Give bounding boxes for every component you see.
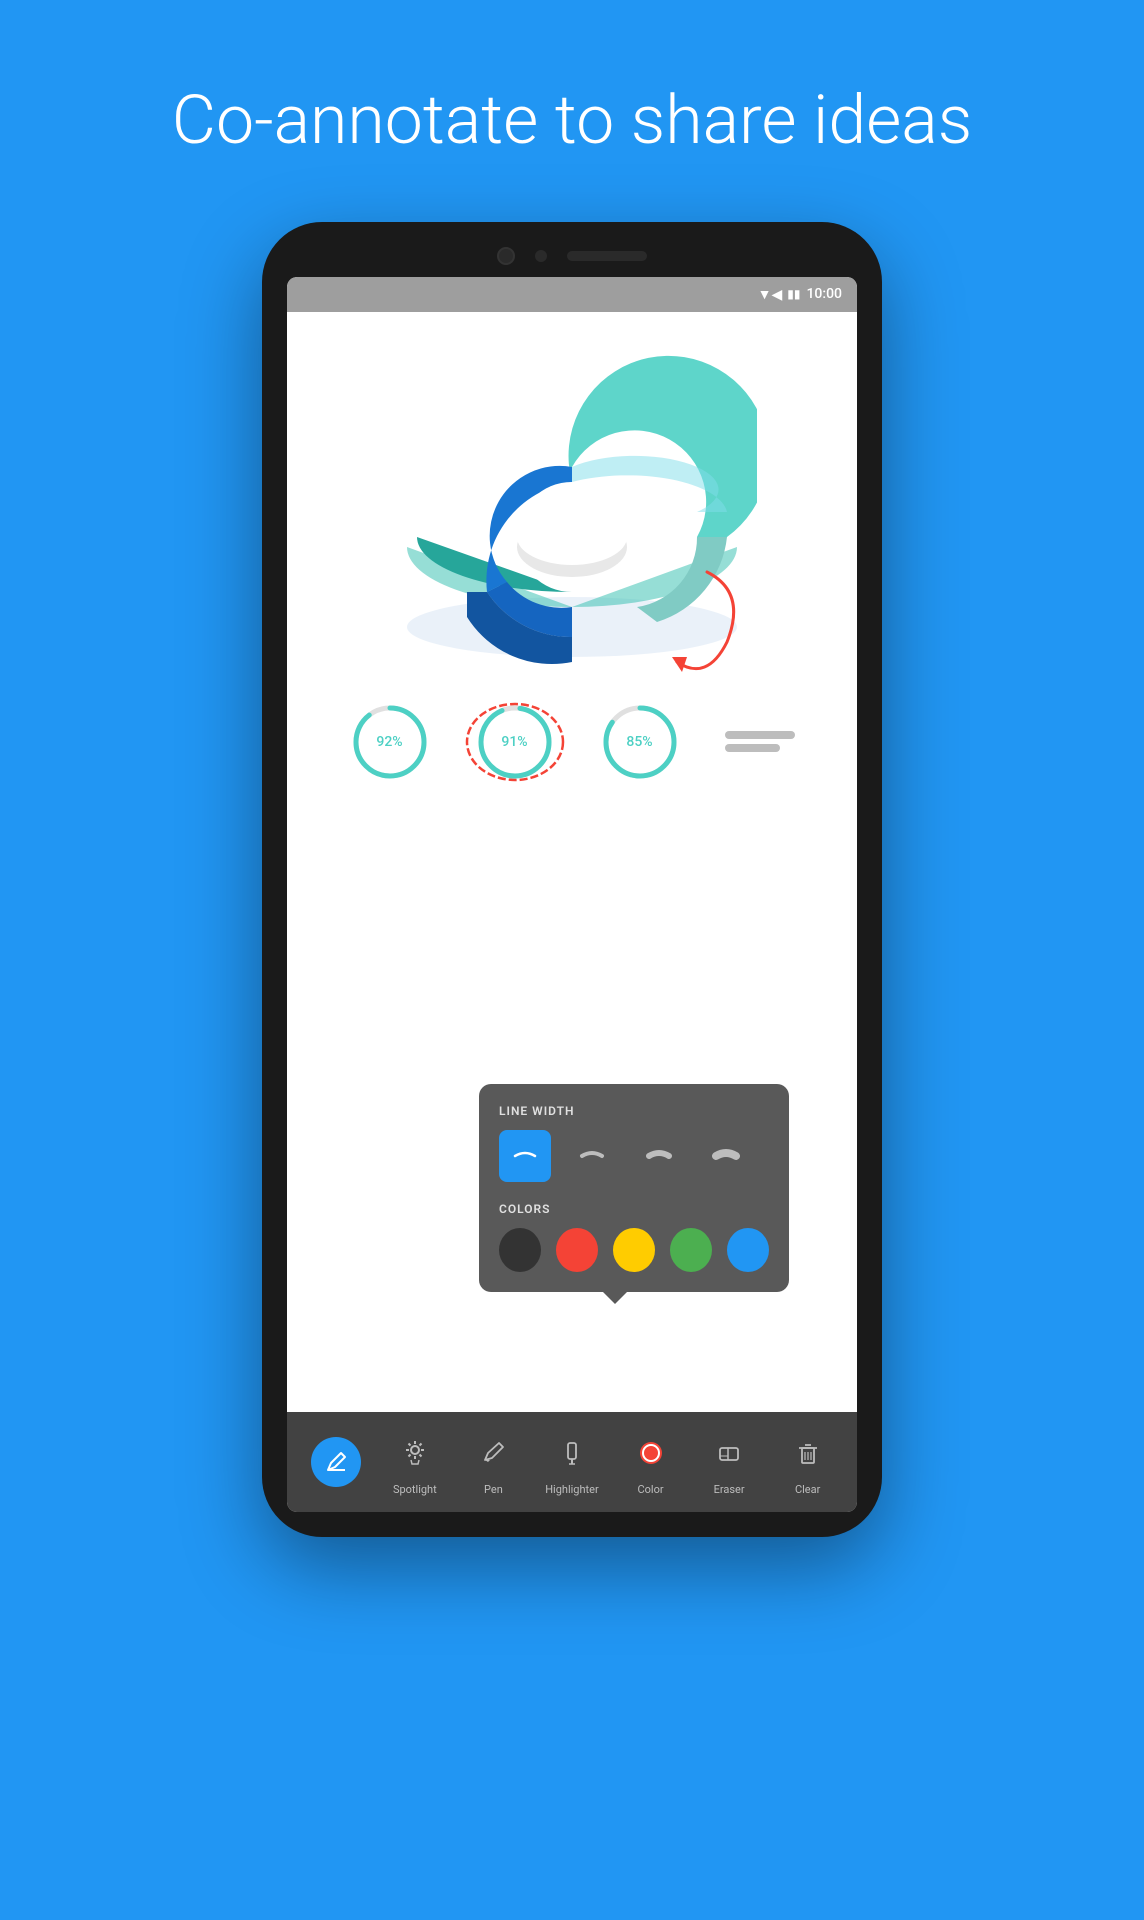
colors-row: [499, 1228, 769, 1272]
status-time: 10:00: [806, 286, 842, 302]
clear-wrapper: [783, 1428, 833, 1478]
color-red[interactable]: [556, 1228, 598, 1272]
circle-91: 91%: [475, 702, 555, 782]
tool-color[interactable]: Color: [616, 1428, 686, 1496]
line-width-btn-1[interactable]: [499, 1130, 551, 1182]
line-width-btn-2[interactable]: [566, 1130, 618, 1182]
annotation-area: 92% 91%: [307, 692, 837, 872]
phone: ▼◀ ▮▮ 10:00: [262, 222, 882, 1537]
spotlight-icon: [402, 1440, 428, 1466]
tool-pen-active[interactable]: [301, 1437, 371, 1487]
bar-2: [725, 744, 780, 752]
camera-lens: [497, 247, 515, 265]
stat-value-91: 91%: [501, 734, 527, 750]
color-label: Color: [637, 1483, 663, 1496]
bar-1: [725, 731, 795, 739]
bar-chart: [725, 731, 795, 752]
spotlight-wrapper: [390, 1428, 440, 1478]
eraser-wrapper: [704, 1428, 754, 1478]
status-bar: ▼◀ ▮▮ 10:00: [287, 277, 857, 312]
pen-label: Pen: [484, 1483, 503, 1496]
phone-notch: [287, 247, 857, 265]
screen: ▼◀ ▮▮ 10:00: [287, 277, 857, 1512]
highlighter-label: Highlighter: [545, 1483, 599, 1496]
circle-92: 92%: [350, 702, 430, 782]
phone-wrapper: ▼◀ ▮▮ 10:00: [0, 222, 1144, 1537]
color-yellow[interactable]: [613, 1228, 655, 1272]
speaker: [567, 251, 647, 261]
donut-chart: [387, 352, 757, 672]
battery-icon: ▮▮: [787, 287, 800, 301]
tool-spotlight[interactable]: Spotlight: [380, 1428, 450, 1496]
highlighter-wrapper: [547, 1428, 597, 1478]
pen-icon: [480, 1440, 506, 1466]
popup[interactable]: LINE WIDTH: [479, 1084, 789, 1292]
color-green[interactable]: [670, 1228, 712, 1272]
eraser-label: Eraser: [714, 1483, 745, 1496]
stat-item-92: 92%: [350, 702, 430, 782]
pen-active-icon: [323, 1449, 349, 1475]
colors-title: COLORS: [499, 1202, 769, 1216]
clear-label: Clear: [795, 1483, 820, 1496]
camera-small: [535, 250, 547, 262]
pen-active-wrapper: [311, 1437, 361, 1487]
color-wrapper: [626, 1428, 676, 1478]
color-blue[interactable]: [727, 1228, 769, 1272]
stats-row: 92% 91%: [307, 692, 837, 792]
tool-pen[interactable]: Pen: [458, 1428, 528, 1496]
header: Co-annotate to share ideas: [0, 0, 1144, 202]
clear-icon: [795, 1440, 821, 1466]
line-width-btn-3[interactable]: [633, 1130, 685, 1182]
tool-highlighter[interactable]: Highlighter: [537, 1428, 607, 1496]
tool-eraser[interactable]: Eraser: [694, 1428, 764, 1496]
line-width-title: LINE WIDTH: [499, 1104, 769, 1118]
chart-area: [307, 332, 837, 692]
line-width-btn-4[interactable]: [700, 1130, 752, 1182]
spotlight-label: Spotlight: [393, 1483, 437, 1496]
toolbar: Spotlight Pen: [287, 1412, 857, 1512]
chart-svg: [387, 352, 757, 672]
pen-wrapper: [468, 1428, 518, 1478]
circle-85: 85%: [600, 702, 680, 782]
wifi-icon: ▼◀: [758, 286, 783, 303]
content-area: 92% 91%: [287, 312, 857, 1412]
stat-item-85: 85%: [600, 702, 680, 782]
color-icon: [638, 1440, 664, 1466]
header-title: Co-annotate to share ideas: [100, 80, 1044, 162]
status-icons: ▼◀ ▮▮: [758, 286, 801, 303]
stat-item-91: 91%: [475, 702, 555, 782]
line-width-row: [499, 1130, 769, 1182]
highlighter-icon: [559, 1440, 585, 1466]
stat-value-85: 85%: [626, 734, 652, 750]
eraser-icon: [716, 1440, 742, 1466]
stat-value-92: 92%: [376, 734, 402, 750]
color-black[interactable]: [499, 1228, 541, 1272]
tool-clear[interactable]: Clear: [773, 1428, 843, 1496]
